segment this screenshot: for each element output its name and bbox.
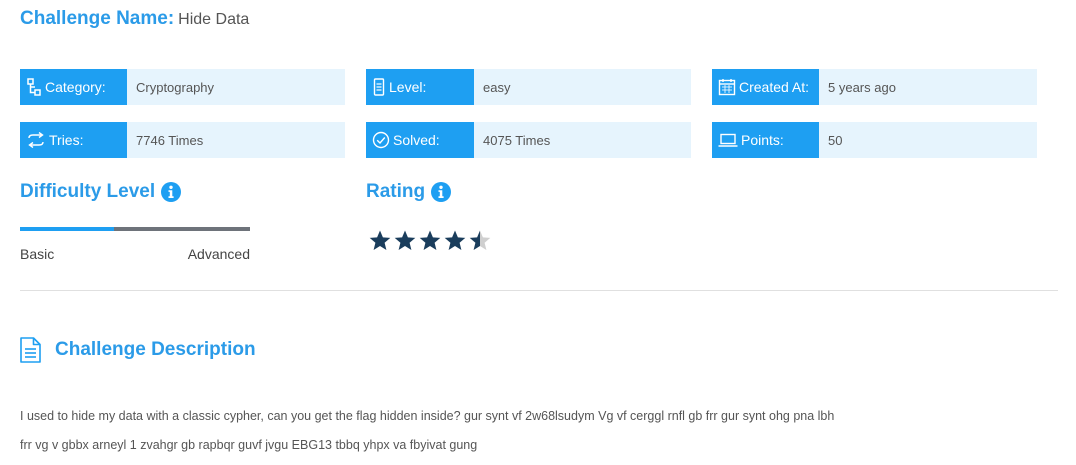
calendar-icon (718, 79, 736, 96)
tries-box: Tries: 7746 Times (20, 122, 345, 158)
level-icon (373, 78, 385, 96)
description-title: Challenge Description (55, 339, 256, 360)
created-at-box: Created At: 5 years ago (712, 69, 1037, 105)
document-icon (20, 337, 41, 363)
check-circle-icon (372, 131, 390, 149)
points-value: 50 (828, 132, 843, 148)
star-half-icon (469, 230, 491, 250)
level-key: Level: (366, 69, 474, 105)
star-full-icon (394, 230, 416, 250)
challenge-title: Challenge Name: Hide Data (20, 8, 249, 34)
category-value: Cryptography (136, 79, 215, 95)
rating-stars (368, 229, 493, 252)
description-text: I used to hide my data with a classic cy… (20, 402, 1060, 460)
challenge-name-label: Challenge Name: (20, 8, 175, 29)
solved-label: Solved: (393, 132, 440, 148)
tries-label: Tries: (49, 132, 84, 148)
star-full-icon (419, 230, 441, 250)
difficulty-bar (20, 227, 250, 231)
description-line: I used to hide my data with a classic cy… (20, 409, 835, 423)
solved-key: Solved: (366, 122, 474, 158)
points-box: Points: 50 (712, 122, 1037, 158)
info-icon[interactable] (431, 182, 452, 202)
solved-box: Solved: 4075 Times (366, 122, 691, 158)
category-label: Category: (45, 79, 106, 95)
laptop-icon (718, 133, 738, 147)
level-box: Level: easy (366, 69, 691, 105)
exchange-icon (28, 132, 44, 148)
star-full-icon (369, 230, 391, 250)
difficulty-heading: Difficulty Level (20, 181, 182, 203)
sitemap-icon (27, 78, 41, 96)
created-at-key: Created At: (712, 69, 819, 105)
category-box: Category: Cryptography (20, 69, 345, 105)
difficulty-advanced-label: Advanced (187, 246, 250, 262)
tries-value: 7746 Times (136, 132, 204, 148)
challenge-name: Hide Data (178, 11, 250, 28)
star-full-icon (444, 230, 466, 250)
created-at-value: 5 years ago (828, 79, 896, 95)
points-label: Points: (741, 132, 784, 148)
rating-title: Rating (366, 181, 426, 202)
created-at-label: Created At: (739, 79, 810, 95)
solved-value: 4075 Times (483, 132, 551, 148)
tries-key: Tries: (20, 122, 127, 158)
info-icon[interactable] (161, 182, 182, 202)
rating-heading: Rating (366, 181, 452, 203)
level-label: Level: (389, 79, 427, 95)
difficulty-bar-fill (20, 227, 115, 231)
level-value: easy (483, 79, 511, 95)
points-key: Points: (712, 122, 819, 158)
category-key: Category: (20, 69, 127, 105)
divider (20, 290, 1058, 291)
difficulty-basic-label: Basic (20, 246, 55, 262)
description-line: frr vg v gbbx arneyl 1 zvahgr gb rapbqr … (20, 438, 478, 452)
difficulty-title: Difficulty Level (20, 181, 156, 202)
description-heading: Challenge Description (20, 337, 256, 363)
